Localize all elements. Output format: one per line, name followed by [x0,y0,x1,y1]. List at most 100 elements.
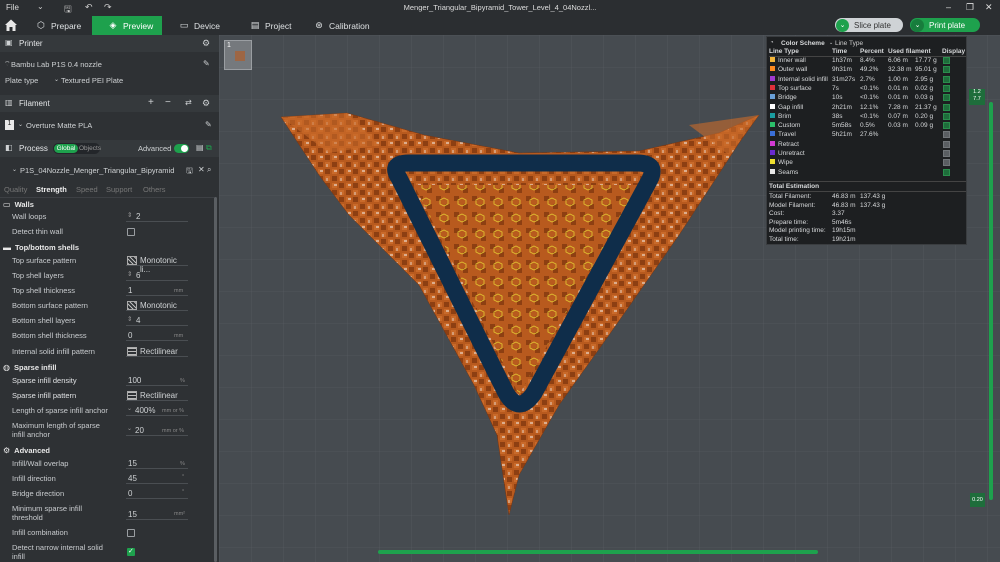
color-swatch [770,168,775,174]
anchor-length-input[interactable]: ⌄ 400% mm or % [126,405,188,416]
display-checkbox[interactable] [943,66,950,74]
display-checkbox[interactable] [943,131,950,139]
stepper-icon[interactable]: ⇕ [127,211,132,219]
settings-scrollbar[interactable] [214,197,217,562]
display-checkbox[interactable] [943,159,950,167]
move-slider[interactable] [378,550,818,554]
bottom-surface-pattern-select[interactable]: Monotonic [126,300,188,311]
display-checkbox[interactable] [943,168,950,176]
objects-option[interactable]: Objects [79,145,101,152]
tab-calibration[interactable]: ⊛ Calibration [310,16,380,35]
remove-icon[interactable]: − [165,97,171,108]
internal-solid-infill-select[interactable]: Rectilinear [126,346,188,357]
display-checkbox[interactable] [943,84,950,92]
infill-combination-checkbox[interactable] [127,529,135,537]
chevron-down-icon[interactable]: ⌄ [127,405,132,412]
pattern-icon [127,256,137,265]
global-option[interactable]: Global [54,144,78,153]
min-sparse-threshold-input[interactable]: 15 mm² [126,509,188,520]
wall-loops-input[interactable]: ⇕ 2 [126,211,188,222]
title-bar: File ⌄ 🖫 ↶ ↷ Menger_Triangular_Bipyramid… [0,0,1000,16]
display-checkbox[interactable] [943,94,950,102]
sparse-density-input[interactable]: 100% [126,375,188,386]
tab-project[interactable]: ▤ Project [246,16,306,35]
layer-bottom-label: 0.20 [970,493,985,507]
legend-row: Internal solid infill 31m27s 2.7% 1.00 m 2.9… [767,75,968,85]
restore-icon[interactable]: ❐ [966,2,974,13]
tab-prepare[interactable]: ⬡ Prepare [32,16,92,35]
compare-icon[interactable]: ▤ [196,143,204,152]
display-checkbox[interactable] [943,75,950,83]
add-icon[interactable]: + [148,97,154,108]
bridge-direction-input[interactable]: 0 ° [126,488,188,499]
sync-icon[interactable]: ⇄ [185,98,192,107]
close-icon[interactable]: ✕ [985,2,993,13]
legend-row: Top surface 7s <0.1% 0.01 m 0.02 g [767,84,968,94]
color-swatch [770,75,775,81]
print-plate-button[interactable]: ⌄ Print plate [910,18,980,32]
display-checkbox[interactable] [943,103,950,111]
layer-slider[interactable] [989,102,993,500]
edit-icon[interactable]: ✎ [203,59,210,68]
detect-thin-wall-checkbox[interactable] [127,228,135,236]
tab-quality[interactable]: Quality [4,185,27,194]
settings-gear-icon[interactable]: ⚙ [202,38,210,49]
filament-index-badge: 1 [5,120,14,130]
total-row: Total Filament: 46.83 m 137.43 g [769,193,886,200]
chevron-down-icon[interactable]: ⌄ [127,425,132,432]
wifi-icon: ⌔ [4,61,11,68]
color-swatch [770,140,775,146]
display-checkbox[interactable] [943,112,950,120]
display-checkbox[interactable] [943,57,950,64]
tab-others[interactable]: Others [143,185,166,194]
legend-row: Outer wall 9h31m 49.2% 32.38 m 95.01 g [767,66,968,75]
total-row: Model Filament: 46.83 m 137.43 g [769,201,886,209]
stepper-icon[interactable]: ⇕ [127,315,132,323]
infill-wall-overlap-input[interactable]: 15% [126,458,188,469]
chevron-down-icon[interactable]: ⌄ [54,76,59,83]
color-scheme-select[interactable]: Line Type [835,40,863,47]
tab-device[interactable]: ▭ Device [175,16,235,35]
save-icon[interactable]: 🖫 [186,165,193,179]
dropdown-icon[interactable]: ⌄ [911,18,924,32]
top-surface-pattern-select[interactable]: Monotonic li... [126,255,188,274]
total-row: Total time: 19h21m [769,236,856,243]
home-icon[interactable] [4,18,18,32]
copy-icon[interactable]: ⧉ [206,143,212,153]
divider [769,181,966,182]
bottom-shell-thickness-input[interactable]: 0 mm [126,330,188,341]
tab-strength[interactable]: Strength [36,185,67,194]
slice-plate-button[interactable]: ⌄ Slice plate [835,18,903,32]
close-icon[interactable]: ✕ [198,165,205,174]
display-checkbox[interactable] [943,150,950,157]
sparse-pattern-select[interactable]: Rectilinear [126,390,188,401]
tab-speed[interactable]: Speed [76,185,98,194]
plate-type-select[interactable]: Textured PEI Plate [61,76,123,85]
dropdown-icon[interactable]: ⌄ [836,18,849,32]
printer-section-header[interactable]: ▣ Printer ⚙ [0,35,219,52]
top-shell-layers-input[interactable]: ⇕ 6 [126,270,188,281]
total-row: Cost: 3.37 [769,210,845,218]
chevron-down-icon[interactable]: ⌄ [829,40,833,46]
display-checkbox[interactable] [943,122,950,130]
edit-icon[interactable]: ✎ [205,120,212,129]
plate-thumbnail[interactable]: 1 [224,40,252,70]
bottom-shell-layers-input[interactable]: ⇕ 4 [126,315,188,326]
stepper-icon[interactable]: ⇕ [127,270,132,278]
color-swatch [770,103,775,109]
monitor-icon: ▭ [179,20,189,30]
anchor-max-input[interactable]: ⌄ 20 mm or % [126,425,188,436]
infill-direction-input[interactable]: 45 ° [126,473,188,484]
color-swatch [770,66,775,72]
chevron-down-icon: ⌄ [18,122,24,128]
search-icon[interactable]: ⌕ [207,165,211,175]
minimize-icon[interactable]: – [946,2,951,12]
detect-narrow-infill-checkbox[interactable]: ✓ [127,548,135,556]
settings-gear-icon[interactable]: ⚙ [202,98,210,109]
display-checkbox[interactable] [943,140,950,148]
tab-preview[interactable]: ◈ Preview [92,16,162,35]
tab-support[interactable]: Support [106,185,132,194]
advanced-toggle[interactable] [174,144,189,153]
filament-section-header[interactable]: ▥ Filament + − ⇄ ⚙ [0,95,219,112]
top-shell-thickness-input[interactable]: 1 mm [126,285,188,296]
